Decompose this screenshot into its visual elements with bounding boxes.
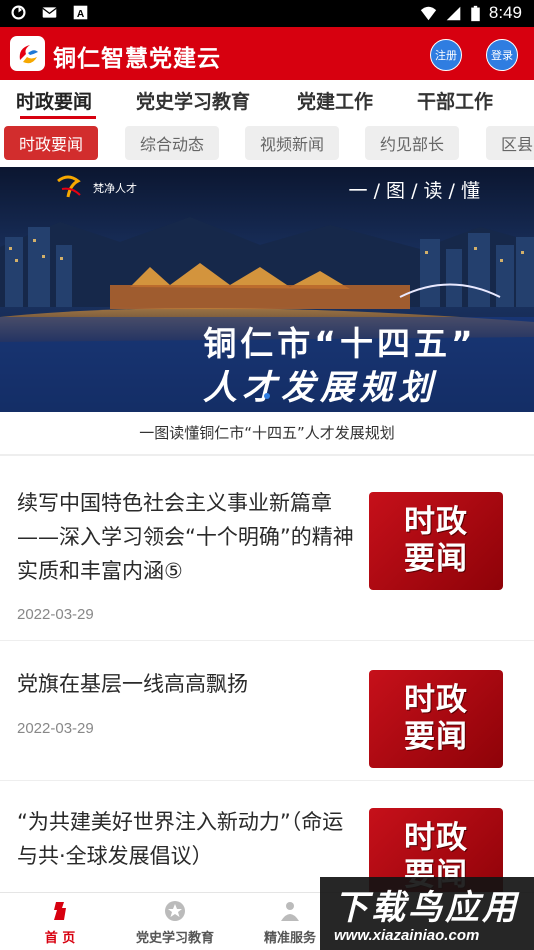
subtab-general-news[interactable]: 综合动态 xyxy=(125,126,220,160)
party-logo-icon xyxy=(19,44,38,63)
app-logo xyxy=(10,36,45,71)
sync-icon xyxy=(11,5,26,20)
thumb-text: 要闻 xyxy=(404,541,468,577)
sub-tabs: 时政要闻 综合动态 视频新闻 约见部长 区县 xyxy=(0,122,534,167)
banner-image: 梵净人才 一 / 图 / 读 / 懂 铜仁市“十四五” 人才发展规划 xyxy=(0,167,534,412)
status-bar: A 8:49 xyxy=(0,0,534,27)
mail-icon xyxy=(42,7,57,18)
news-thumbnail: 时政 要闻 xyxy=(369,670,503,768)
tab-party-building[interactable]: 党建工作 xyxy=(297,87,373,114)
news-title: “为共建美好世界注入新动力”（命运与共·全球发展倡议） xyxy=(17,810,344,868)
signal-icon xyxy=(446,6,461,20)
nav-home[interactable]: 首 页 xyxy=(5,899,115,946)
app-title: 铜仁智慧党建云 xyxy=(53,46,221,72)
carousel-indicator xyxy=(264,393,270,399)
home-icon xyxy=(54,902,66,920)
news-item[interactable]: 续写中国特色社会主义事业新篇章——深入学习领会“十个明确”的精神实质和丰富内涵⑤… xyxy=(0,456,534,641)
subtab-video-news[interactable]: 视频新闻 xyxy=(245,126,340,160)
thumb-text: 要闻 xyxy=(404,719,468,755)
thumb-text: 时政 xyxy=(404,682,468,718)
news-item[interactable]: 党旗在基层一线高高飘扬 2022-03-29 时政 要闻 xyxy=(0,641,534,781)
subtab-meet-minister[interactable]: 约见部长 xyxy=(365,126,460,160)
subtab-current-affairs[interactable]: 时政要闻 xyxy=(4,126,99,160)
banner-headline-2: 人才发展规划 xyxy=(203,368,437,408)
svg-text:A: A xyxy=(77,9,85,20)
battery-icon xyxy=(471,5,480,21)
banner-tag: 一 / 图 / 读 / 懂 xyxy=(349,180,480,202)
active-tab-indicator xyxy=(20,116,96,119)
banner-caption[interactable]: 一图读懂铜仁市“十四五”人才发展规划 xyxy=(0,412,534,454)
thumb-text: 时政 xyxy=(404,820,468,856)
banner-brand: 梵净人才 xyxy=(93,181,137,195)
service-icon xyxy=(281,902,299,921)
login-button[interactable]: 登录 xyxy=(486,39,518,71)
nav-party-history-label: 党史学习教育 xyxy=(135,931,214,946)
news-title: 续写中国特色社会主义事业新篇章——深入学习领会“十个明确”的精神实质和丰富内涵⑤ xyxy=(17,491,354,583)
news-date: 2022-03-29 xyxy=(17,720,94,737)
banner-headline-1: 铜仁市“十四五” xyxy=(203,324,476,363)
thumb-text: 时政 xyxy=(404,504,468,540)
tab-party-history[interactable]: 党史学习教育 xyxy=(136,87,250,114)
star-icon xyxy=(165,901,185,921)
news-date: 2022-03-29 xyxy=(17,606,94,623)
register-button[interactable]: 注册 xyxy=(430,39,462,71)
app-header: 铜仁智慧党建云 注册 登录 xyxy=(0,27,534,80)
wifi-icon xyxy=(420,6,437,20)
nav-home-label: 首 页 xyxy=(44,931,76,946)
news-title: 党旗在基层一线高高飘扬 xyxy=(17,672,248,696)
watermark: 下载鸟应用 www.xiazainiao.com xyxy=(320,877,534,950)
text-app-icon: A xyxy=(73,5,88,20)
watermark-url: www.xiazainiao.com xyxy=(334,927,480,944)
news-item[interactable]: “为共建美好世界注入新动力”（命运与共·全球发展倡议） 时政 要闻 xyxy=(0,781,534,906)
tab-cadre-work[interactable]: 干部工作 xyxy=(417,87,493,114)
clock: 8:49 xyxy=(488,3,522,22)
news-thumbnail: 时政 要闻 xyxy=(369,492,503,590)
tab-current-affairs[interactable]: 时政要闻 xyxy=(16,87,92,114)
banner-carousel[interactable]: 梵净人才 一 / 图 / 读 / 懂 铜仁市“十四五” 人才发展规划 xyxy=(0,167,534,412)
nav-party-history[interactable]: 党史学习教育 xyxy=(120,899,230,946)
watermark-text: 下载鸟应用 xyxy=(334,888,519,928)
subtab-counties[interactable]: 区县 xyxy=(486,126,534,160)
